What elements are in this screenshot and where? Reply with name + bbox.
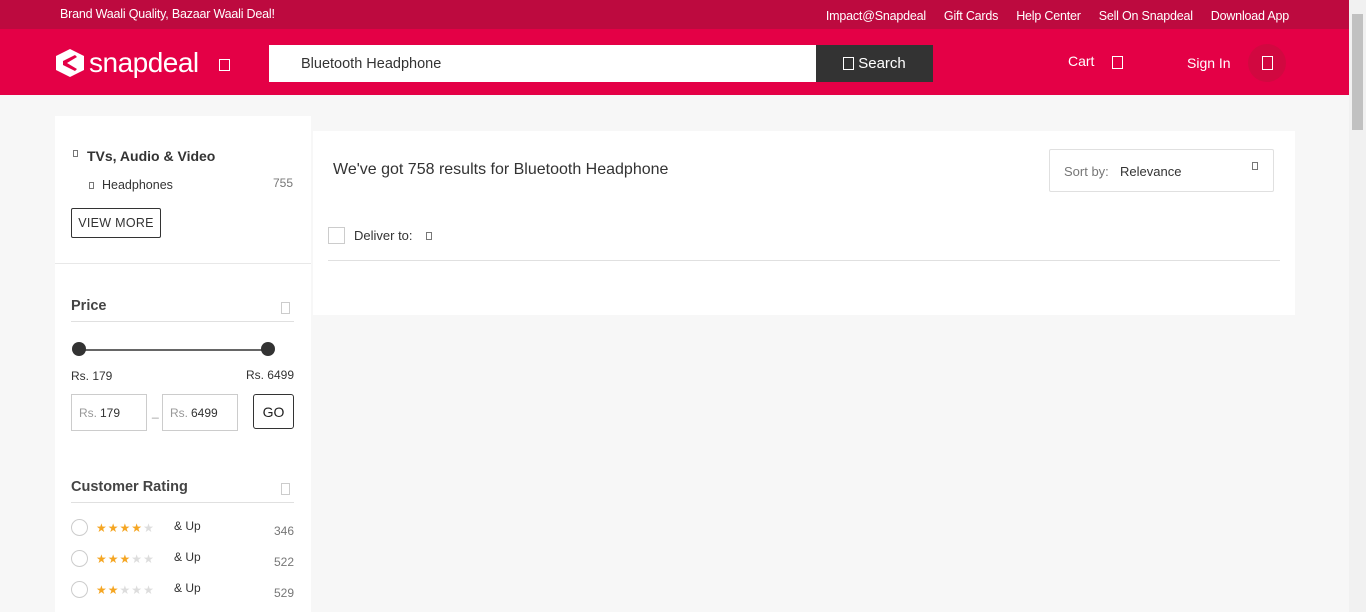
- star-icon: ★: [131, 583, 144, 597]
- results-panel: We've got 758 results for Bluetooth Head…: [313, 131, 1295, 315]
- star-icon: ★: [119, 583, 132, 597]
- chevron-down-icon: [1252, 162, 1258, 170]
- price-max-input[interactable]: Rs. 6499: [162, 394, 238, 431]
- star-icon: ★: [96, 583, 108, 597]
- star-icon: ★: [107, 552, 120, 566]
- top-links: Impact@Snapdeal Gift Cards Help Center S…: [826, 9, 1289, 23]
- collapse-icon[interactable]: [281, 302, 290, 314]
- cart-icon: [1112, 56, 1124, 69]
- rating-filter-heading: Customer Rating: [71, 479, 294, 503]
- deliver-to: Deliver to:: [328, 227, 432, 244]
- logo[interactable]: snapdeal: [55, 48, 199, 78]
- location-checkbox[interactable]: [328, 227, 345, 244]
- link-download-app[interactable]: Download App: [1211, 9, 1289, 23]
- and-up-label: & Up: [174, 581, 201, 595]
- search-button-label: Search: [858, 55, 906, 72]
- tagline: Brand Waali Quality, Bazaar Waali Deal!: [60, 7, 275, 21]
- price-min-value: 179: [100, 405, 121, 420]
- search-button[interactable]: Search: [816, 45, 933, 82]
- snapdeal-logo-icon: [56, 49, 84, 77]
- star-icon: ★: [119, 552, 132, 566]
- location-icon[interactable]: [425, 231, 432, 240]
- sort-label: Sort by:: [1064, 164, 1109, 179]
- subcategory-label: Headphones: [102, 178, 173, 192]
- subcategory-count: 755: [272, 176, 293, 190]
- price-filter-heading: Price: [71, 298, 294, 322]
- price-go-button[interactable]: GO: [253, 394, 294, 429]
- and-up-label: & Up: [174, 519, 201, 533]
- user-account-button[interactable]: [1248, 44, 1286, 82]
- rating-title: Customer Rating: [71, 479, 188, 495]
- rating-radio[interactable]: [71, 519, 88, 536]
- category-section: TVs, Audio & Video Headphones 755 VIEW M…: [55, 116, 311, 264]
- filter-sidebar: TVs, Audio & Video Headphones 755 VIEW M…: [55, 116, 311, 612]
- star-icon: ★: [96, 521, 108, 535]
- price-slider-min-handle[interactable]: [72, 342, 86, 356]
- results-count-text: We've got 758 results for Bluetooth Head…: [333, 161, 669, 178]
- rating-radio[interactable]: [71, 550, 88, 567]
- star-icon: ★: [96, 552, 108, 566]
- currency-label: Rs.: [170, 405, 188, 420]
- star-rating: ★★★★★: [96, 583, 155, 597]
- star-rating: ★★★★★: [96, 521, 155, 535]
- price-title: Price: [71, 298, 107, 314]
- price-slider-track[interactable]: [79, 349, 268, 351]
- rating-option[interactable]: ★★★★★ & Up 529: [71, 580, 294, 600]
- price-min-label: Rs. 179: [71, 369, 113, 383]
- currency-label: Rs.: [79, 405, 97, 420]
- range-separator: _: [152, 405, 159, 419]
- link-sell-on-snapdeal[interactable]: Sell On Snapdeal: [1099, 9, 1193, 23]
- rating-count: 529: [273, 586, 294, 600]
- collapse-icon[interactable]: [281, 483, 290, 495]
- view-more-button[interactable]: VIEW MORE: [71, 208, 161, 238]
- star-icon: ★: [143, 552, 155, 566]
- logo-text: snapdeal: [89, 47, 199, 78]
- link-gift-cards[interactable]: Gift Cards: [944, 9, 998, 23]
- category-heading[interactable]: TVs, Audio & Video: [73, 148, 215, 164]
- scrollbar[interactable]: [1349, 0, 1366, 612]
- rating-count: 346: [273, 524, 294, 538]
- star-icon: ★: [143, 521, 155, 535]
- star-icon: ★: [131, 552, 144, 566]
- search-icon: [843, 57, 855, 70]
- star-icon: ★: [119, 521, 132, 535]
- deliver-label: Deliver to:: [354, 228, 413, 243]
- sign-in-link[interactable]: Sign In: [1187, 55, 1231, 71]
- user-icon: [1261, 56, 1273, 70]
- star-icon: ★: [107, 521, 120, 535]
- search-input[interactable]: [269, 45, 817, 82]
- star-icon: ★: [143, 583, 155, 597]
- price-max-label: Rs. 6499: [245, 368, 294, 382]
- sort-dropdown[interactable]: Sort by: Relevance: [1049, 149, 1274, 192]
- star-icon: ★: [131, 521, 144, 535]
- subcategory-headphones[interactable]: Headphones: [89, 178, 173, 192]
- rating-option[interactable]: ★★★★★ & Up 346: [71, 518, 294, 538]
- price-min-input[interactable]: Rs. 179: [71, 394, 147, 431]
- rating-count: 522: [273, 555, 294, 569]
- scrollbar-thumb[interactable]: [1352, 14, 1363, 130]
- category-title: TVs, Audio & Video: [87, 148, 216, 164]
- and-up-label: & Up: [174, 550, 201, 564]
- rating-radio[interactable]: [71, 581, 88, 598]
- chevron-icon: [89, 181, 94, 189]
- star-icon: ★: [107, 583, 120, 597]
- cart-label: Cart: [1068, 52, 1095, 69]
- rating-option[interactable]: ★★★★★ & Up 522: [71, 549, 294, 569]
- menu-icon[interactable]: [219, 59, 230, 71]
- chevron-icon: [73, 150, 78, 157]
- price-max-value: 6499: [191, 405, 218, 420]
- link-help-center[interactable]: Help Center: [1016, 9, 1081, 23]
- star-rating: ★★★★★: [96, 552, 155, 566]
- sort-value: Relevance: [1120, 164, 1182, 179]
- cart-button[interactable]: Cart: [1068, 52, 1124, 69]
- price-slider-max-handle[interactable]: [261, 342, 275, 356]
- top-strip: Brand Waali Quality, Bazaar Waali Deal! …: [0, 0, 1366, 29]
- link-impact[interactable]: Impact@Snapdeal: [826, 9, 926, 23]
- header: snapdeal Search Cart Sign In: [0, 29, 1366, 95]
- divider: [328, 260, 1280, 261]
